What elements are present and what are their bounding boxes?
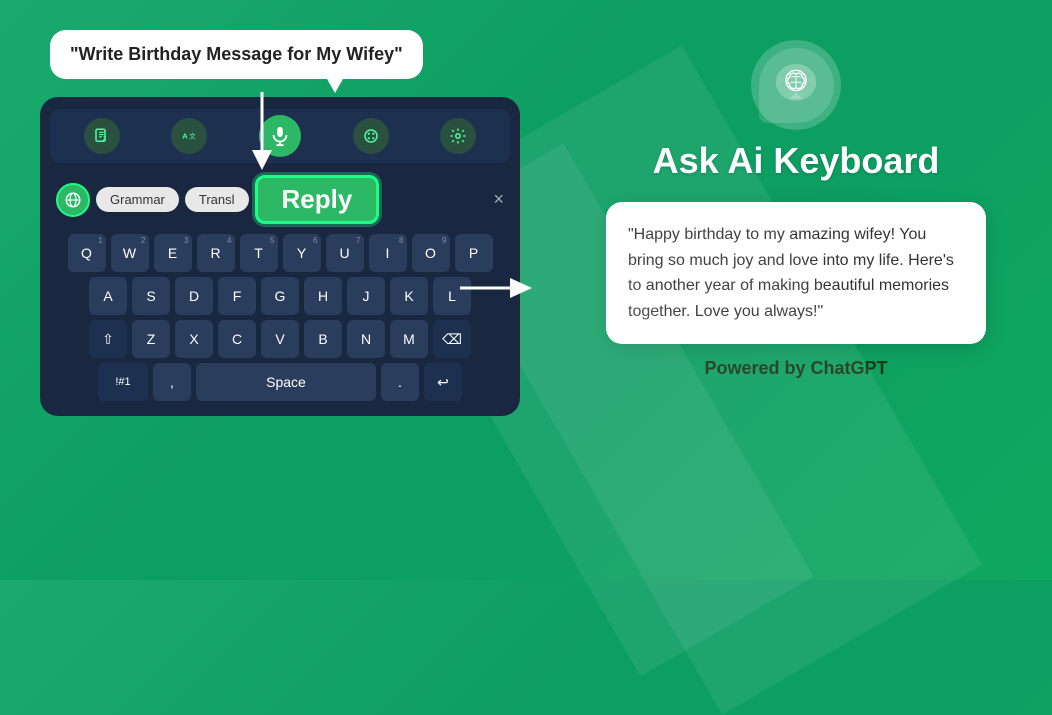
key-b[interactable]: B — [304, 320, 342, 358]
globe-btn[interactable] — [56, 183, 90, 217]
return-key[interactable]: ↩ — [424, 363, 462, 401]
translate-icon-btn[interactable]: A 文 — [171, 118, 207, 154]
key-k[interactable]: K — [390, 277, 428, 315]
key-q[interactable]: 1Q — [68, 234, 106, 272]
comma-key[interactable]: , — [153, 363, 191, 401]
key-p[interactable]: P — [455, 234, 493, 272]
powered-by-text: Powered by ChatGPT — [704, 358, 887, 379]
key-c[interactable]: C — [218, 320, 256, 358]
key-y[interactable]: 6Y — [283, 234, 321, 272]
key-h[interactable]: H — [304, 277, 342, 315]
key-s[interactable]: S — [132, 277, 170, 315]
key-d[interactable]: D — [175, 277, 213, 315]
backspace-key[interactable]: ⌫ — [433, 320, 471, 358]
space-key[interactable]: Space — [196, 363, 376, 401]
speech-bubble-text: "Write Birthday Message for My Wifey" — [70, 44, 403, 64]
close-button[interactable]: × — [493, 189, 504, 210]
key-g[interactable]: G — [261, 277, 299, 315]
key-v[interactable]: V — [261, 320, 299, 358]
key-e[interactable]: 3E — [154, 234, 192, 272]
key-t[interactable]: 5T — [240, 234, 278, 272]
symbols-key[interactable]: !#1 — [98, 363, 148, 401]
grammar-tag[interactable]: Grammar — [96, 187, 179, 212]
key-i[interactable]: 8I — [369, 234, 407, 272]
right-panel: Ask Ai Keyboard "Happy birthday to my am… — [580, 30, 1012, 379]
response-text: "Happy birthday to my amazing wifey! You… — [628, 222, 964, 324]
key-n[interactable]: N — [347, 320, 385, 358]
arrow-down-icon — [232, 92, 292, 182]
translate-tag[interactable]: Transl — [185, 187, 249, 212]
shift-key[interactable]: ⇧ — [89, 320, 127, 358]
period-key[interactable]: . — [381, 363, 419, 401]
key-f[interactable]: F — [218, 277, 256, 315]
reply-button[interactable]: Reply — [255, 175, 380, 224]
key-a[interactable]: A — [89, 277, 127, 315]
settings-icon-btn[interactable] — [440, 118, 476, 154]
key-m[interactable]: M — [390, 320, 428, 358]
key-o[interactable]: 9O — [412, 234, 450, 272]
key-row-3: ⇧ Z X C V B N M ⌫ — [50, 320, 510, 358]
app-title: Ask Ai Keyboard — [653, 140, 940, 182]
key-row-4: !#1 , Space . ↩ — [50, 363, 510, 401]
key-x[interactable]: X — [175, 320, 213, 358]
key-r[interactable]: 4R — [197, 234, 235, 272]
key-u[interactable]: 7U — [326, 234, 364, 272]
ai-logo — [751, 40, 841, 130]
key-j[interactable]: J — [347, 277, 385, 315]
arrow-right-icon — [460, 268, 540, 308]
speech-bubble: "Write Birthday Message for My Wifey" — [50, 30, 423, 79]
chat-bubble-icon — [759, 48, 834, 123]
key-row-2: A S D F G H J K L — [50, 277, 510, 315]
key-w[interactable]: 2W — [111, 234, 149, 272]
svg-text:Z: Z — [103, 137, 107, 143]
palette-icon-btn[interactable] — [353, 118, 389, 154]
svg-text:文: 文 — [189, 131, 196, 140]
response-card: "Happy birthday to my amazing wifey! You… — [606, 202, 986, 344]
key-z[interactable]: Z — [132, 320, 170, 358]
key-row-1: 1Q 2W 3E 4R 5T 6Y 7U 8I 9O P — [50, 234, 510, 272]
left-panel: "Write Birthday Message for My Wifey" Z — [40, 30, 540, 416]
svg-text:A: A — [183, 131, 189, 140]
dictionary-icon-btn[interactable]: Z — [84, 118, 120, 154]
